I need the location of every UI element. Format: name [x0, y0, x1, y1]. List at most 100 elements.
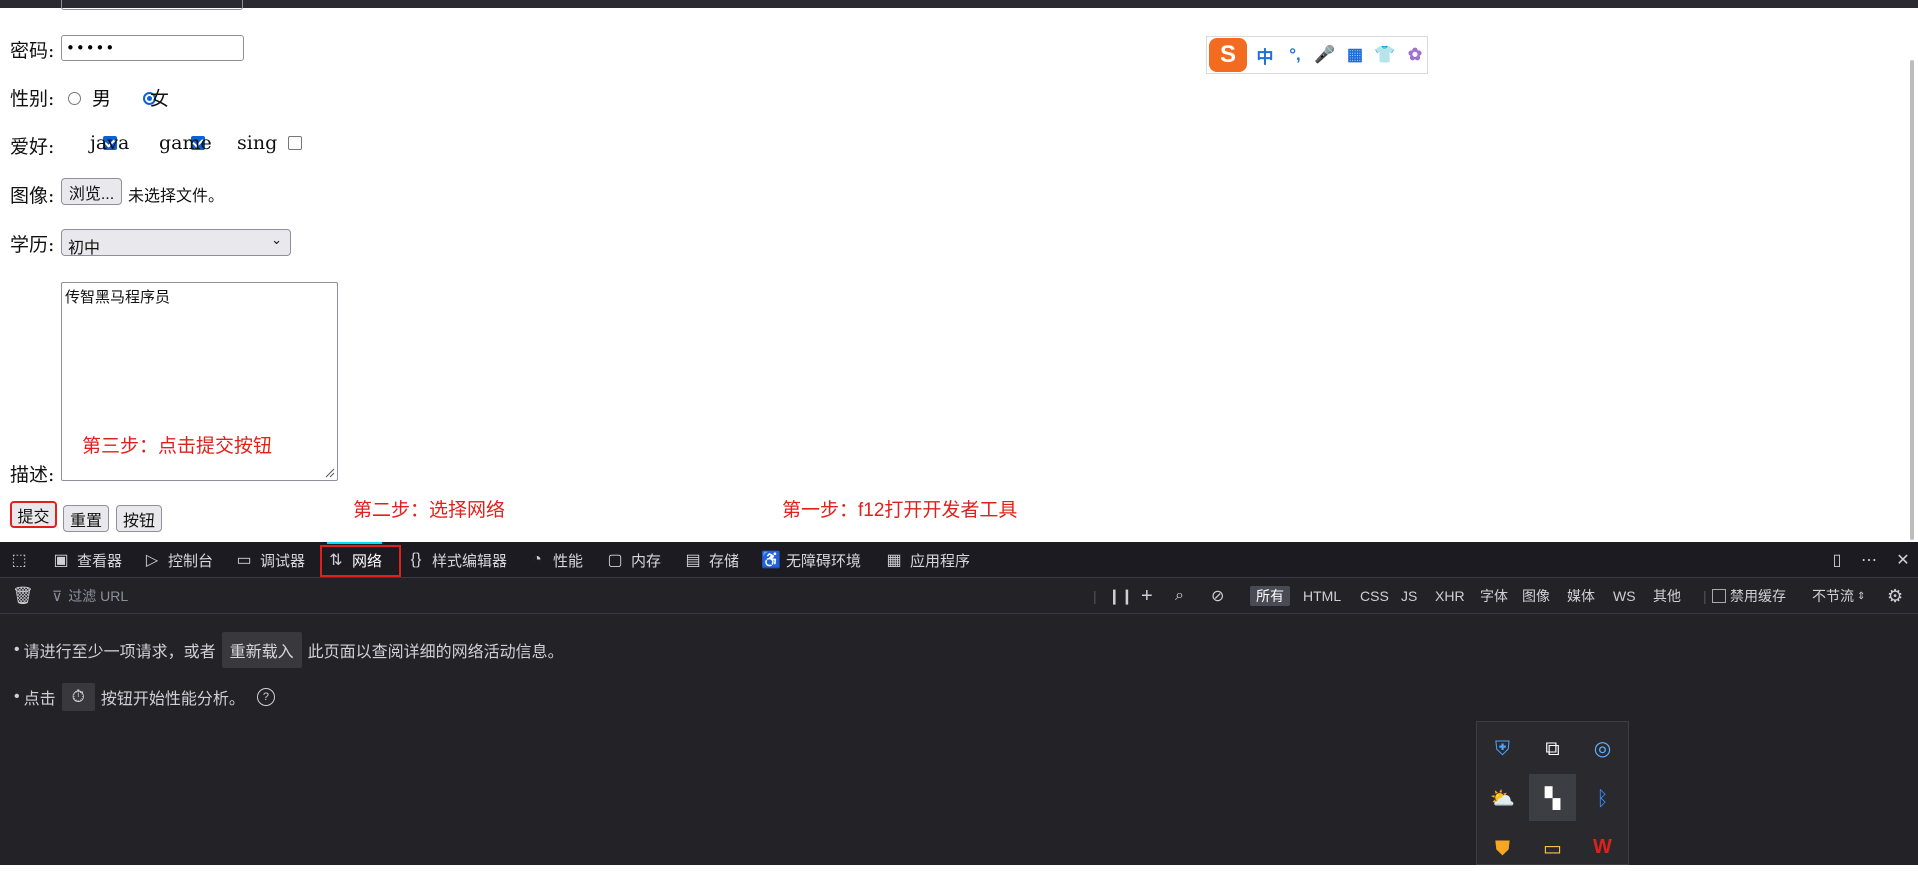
filter-media[interactable]: 媒体: [1567, 578, 1595, 614]
gender-male-label: 男: [92, 88, 112, 110]
settings-gear-icon[interactable]: ⚙: [1887, 578, 1903, 614]
password-label: 密码:: [10, 40, 55, 62]
security-shield-icon[interactable]: ⛊: [1479, 824, 1526, 871]
filter-divider: |: [1093, 588, 1097, 604]
network-empty-message-2: • 点击 ⏱ 按钮开始性能分析。 ?: [14, 683, 275, 711]
application-icon: ▦: [886, 552, 902, 569]
help-icon[interactable]: ?: [256, 688, 275, 706]
tab-console[interactable]: ▷ 控制台: [143, 542, 213, 578]
network-tab-highlight: [320, 545, 401, 577]
tab-accessibility[interactable]: ♿ 无障碍环境: [761, 542, 861, 578]
tab-accessibility-label: 无障碍环境: [786, 552, 862, 570]
filter-ws[interactable]: WS: [1613, 578, 1636, 614]
tab-performance[interactable]: ◔ 性能: [528, 542, 583, 578]
close-icon[interactable]: ✕: [1894, 542, 1912, 578]
step1-annotation: 第一步：f12打开开发者工具: [782, 500, 1018, 521]
tab-inspector[interactable]: ▣ 查看器: [52, 542, 122, 578]
disable-cache-checkbox[interactable]: 禁用缓存: [1712, 578, 1786, 614]
search-icon[interactable]: ⌕: [1175, 578, 1184, 614]
page-scrollbar[interactable]: [1910, 60, 1914, 540]
browse-button[interactable]: 浏览...: [61, 178, 122, 205]
tab-performance-label: 性能: [553, 552, 584, 570]
more-options-icon[interactable]: ⋯: [1860, 542, 1878, 578]
wps-icon[interactable]: W: [1579, 824, 1626, 871]
gender-male-radio[interactable]: [68, 92, 81, 105]
bullet: •: [14, 688, 20, 705]
tab-console-label: 控制台: [168, 552, 214, 570]
filter-all[interactable]: 所有: [1250, 586, 1290, 606]
tab-debugger-label: 调试器: [260, 552, 306, 570]
chat-bubble-icon[interactable]: ◎: [1579, 724, 1626, 771]
performance-icon: ◔: [532, 551, 542, 568]
devtools-toolbar: ⬚ ▣ 查看器 ▷ 控制台 ▭ 调试器 ⇅ 网络 {} 样式编辑器 ◔ 性能 ▢ 内存 ▤ 存储…: [0, 542, 1918, 578]
tab-style-editor-label: 样式编辑器: [432, 552, 508, 570]
bluetooth-icon[interactable]: ᛒ: [1579, 774, 1626, 821]
keyboard-icon[interactable]: ▦: [1343, 45, 1367, 65]
step3-annotation: 第三步：点击提交按钮: [82, 436, 273, 457]
filter-url-input[interactable]: ⊽ 过滤 URL: [52, 578, 128, 614]
stopwatch-icon[interactable]: ⏱: [61, 683, 95, 711]
web-page: 密码: ••••• 性别: 男 女 爱好: java game sing 图像:…: [0, 0, 1918, 542]
hobby-sing-checkbox[interactable]: [288, 136, 303, 150]
filter-images[interactable]: 图像: [1522, 578, 1550, 614]
sogou-logo-icon[interactable]: S: [1209, 38, 1247, 72]
plain-button[interactable]: 按钮: [116, 505, 162, 532]
gender-female-label: 女: [150, 88, 170, 110]
toolbox-icon[interactable]: ✿: [1403, 45, 1427, 65]
tab-storage[interactable]: ▤ 存储: [684, 542, 739, 578]
responsive-design-icon[interactable]: ▯: [1828, 542, 1846, 578]
gender-label: 性别:: [10, 88, 55, 110]
image-label: 图像:: [10, 185, 55, 207]
filter-other[interactable]: 其他: [1653, 578, 1681, 614]
education-select[interactable]: 初中 ⌄: [61, 229, 291, 257]
education-selected-value: 初中: [68, 240, 101, 257]
resize-grip-icon[interactable]: [323, 466, 335, 478]
disable-cache-label: 禁用缓存: [1730, 588, 1786, 604]
hobby-game-label: game: [159, 132, 212, 154]
ime-toolbar[interactable]: S 中 °, 🎤 ▦ 👕 ✿: [1206, 36, 1428, 74]
description-text: 传智黑马程序员: [65, 289, 171, 306]
reload-button[interactable]: 重新载入: [221, 632, 302, 668]
block-icon[interactable]: ⊘: [1211, 578, 1224, 614]
reset-button[interactable]: 重置: [63, 505, 109, 532]
ime-punctuation-toggle[interactable]: °,: [1283, 45, 1307, 65]
password-input[interactable]: •••••: [61, 35, 244, 61]
skin-shirt-icon[interactable]: 👕: [1373, 45, 1397, 65]
shield-error-icon[interactable]: ⛨: [1479, 724, 1526, 771]
filter-fonts[interactable]: 字体: [1480, 578, 1508, 614]
file-explorer-icon[interactable]: ▭: [1529, 824, 1576, 871]
tab-application[interactable]: ▦ 应用程序: [885, 542, 970, 578]
throttle-select[interactable]: 不节流 ⇕: [1812, 578, 1865, 614]
weather-icon[interactable]: ⛅: [1479, 774, 1526, 821]
filter-xhr[interactable]: XHR: [1435, 578, 1465, 614]
tab-style-editor[interactable]: {} 样式编辑器: [407, 542, 507, 578]
element-picker-icon[interactable]: ⬚: [10, 542, 28, 578]
tab-application-label: 应用程序: [910, 552, 971, 570]
microphone-icon[interactable]: 🎤: [1313, 45, 1337, 65]
console-icon: ▷: [145, 552, 159, 569]
no-file-text: 未选择文件。: [128, 188, 225, 205]
copy-windows-icon[interactable]: ⧉: [1529, 724, 1576, 771]
ime-mode-toggle[interactable]: 中: [1253, 43, 1277, 68]
filter-js[interactable]: JS: [1401, 578, 1417, 614]
filter-css[interactable]: CSS: [1360, 578, 1389, 614]
pause-icon[interactable]: ❙❙: [1108, 578, 1133, 614]
bullet: •: [14, 641, 20, 658]
username-input-partial[interactable]: [61, 0, 243, 10]
step2-annotation: 第二步：选择网络: [353, 500, 506, 521]
education-label: 学历:: [10, 234, 55, 256]
msg1-post-text: 此页面以查阅详细的网络活动信息。: [307, 644, 564, 661]
msg1-pre-text: 请进行至少一项请求，或者: [23, 644, 216, 661]
filter-html[interactable]: HTML: [1303, 578, 1341, 614]
msg2-post-text: 按钮开始性能分析。: [100, 691, 245, 708]
tab-memory[interactable]: ▢ 内存: [606, 542, 661, 578]
add-request-icon[interactable]: +: [1141, 578, 1153, 614]
submit-button[interactable]: 提交: [10, 501, 57, 528]
storage-icon: ▤: [685, 552, 701, 569]
network-filter-bar: 🗑 ⊽ 过滤 URL | ❙❙ + ⌕ ⊘ 所有 HTML CSS JS XHR …: [0, 578, 1918, 614]
bookmark-icon[interactable]: ▚: [1529, 774, 1576, 821]
description-label: 描述:: [10, 464, 55, 486]
tab-debugger[interactable]: ▭ 调试器: [235, 542, 305, 578]
trash-icon[interactable]: 🗑: [12, 578, 34, 614]
debugger-icon: ▭: [236, 552, 252, 569]
